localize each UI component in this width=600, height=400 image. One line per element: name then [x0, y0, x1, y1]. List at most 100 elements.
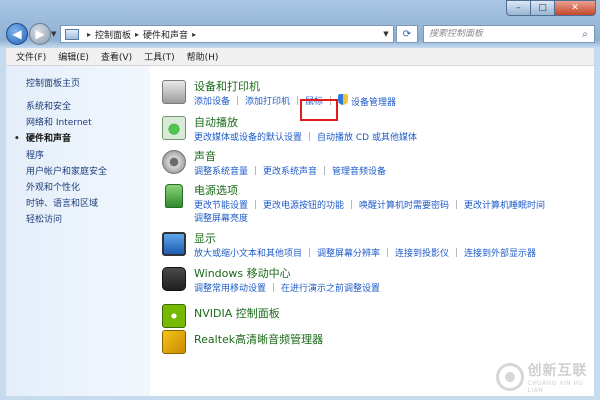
category-title[interactable]: 自动播放 [194, 114, 238, 130]
autoplay-icon[interactable] [162, 116, 186, 140]
link-divider [351, 200, 353, 209]
link-device-manager[interactable]: 设备管理器 [338, 93, 396, 108]
link-divider [309, 132, 311, 141]
breadcrumb-hardware-sound[interactable]: 硬件和声音 [143, 28, 188, 41]
link-divider [255, 200, 257, 209]
link-change-sounds[interactable]: 更改系统声音 [263, 164, 317, 177]
link-change-media-defaults[interactable]: 更改媒体或设备的默认设置 [194, 130, 302, 143]
search-box[interactable]: ⌕ [423, 25, 595, 43]
sidebar-item-network[interactable]: 网络和 Internet [26, 115, 107, 131]
category-title[interactable]: Windows 移动中心 [194, 265, 291, 281]
category-title[interactable]: 显示 [194, 230, 216, 246]
breadcrumb-separator[interactable]: ▸ [87, 30, 91, 39]
sidebar-home-link[interactable]: 控制面板主页 [26, 76, 80, 89]
minimize-button[interactable]: – [506, 0, 530, 16]
category-links: 放大或缩小文本和其他项目 调整屏幕分辨率 连接到投影仪 连接到外部显示器 [194, 246, 536, 259]
category-title[interactable]: NVIDIA 控制面板 [194, 305, 280, 321]
shield-icon [338, 93, 349, 105]
category-title[interactable]: 电源选项 [194, 182, 238, 198]
link-presentation-settings[interactable]: 在进行演示之前调整设置 [281, 281, 380, 294]
link-add-printer[interactable]: 添加打印机 [245, 94, 290, 107]
link-divider [324, 166, 326, 175]
link-autoplay-cd[interactable]: 自动播放 CD 或其他媒体 [317, 130, 417, 143]
forward-button[interactable]: ▶ [29, 23, 51, 45]
watermark-chinese: 创新互联 [527, 363, 588, 379]
menu-file[interactable]: 文件(F) [10, 50, 52, 63]
category-links: 调整系统音量 更改系统声音 管理音频设备 [194, 164, 386, 177]
link-adjust-volume[interactable]: 调整系统音量 [194, 164, 248, 177]
printer-icon[interactable] [162, 80, 186, 104]
sidebar-item-system-security[interactable]: 系统和安全 [26, 99, 107, 115]
sidebar-item-ease-of-access[interactable]: 轻松访问 [26, 212, 107, 228]
link-screen-resolution[interactable]: 调整屏幕分辨率 [317, 246, 380, 259]
menu-edit[interactable]: 编辑(E) [52, 50, 95, 63]
nvidia-icon[interactable] [162, 304, 186, 328]
sidebar-item-programs[interactable]: 程序 [26, 148, 107, 164]
speaker-icon[interactable] [162, 150, 186, 174]
maximize-button[interactable]: □ [530, 0, 554, 16]
mobility-center-icon[interactable] [162, 267, 186, 291]
close-icon: ✕ [571, 3, 579, 13]
link-power-button[interactable]: 更改电源按钮的功能 [263, 198, 344, 211]
breadcrumb-control-panel[interactable]: 控制面板 [95, 28, 131, 41]
close-button[interactable]: ✕ [554, 0, 596, 16]
search-icon[interactable]: ⌕ [576, 29, 594, 40]
link-divider [456, 200, 458, 209]
link-divider [387, 248, 389, 257]
main-content: 设备和打印机 添加设备 添加打印机 鼠标 设备管理器 自动播放 更改媒体或设备的… [150, 66, 594, 396]
category-title[interactable]: 设备和打印机 [194, 78, 260, 94]
refresh-icon: ⟳ [402, 28, 412, 40]
sidebar-list: 系统和安全 网络和 Internet • 硬件和声音 程序 用户帐户和家庭安全 外… [14, 99, 107, 229]
link-divider [273, 283, 275, 292]
link-divider [297, 96, 299, 105]
breadcrumb-separator[interactable]: ▸ [192, 30, 196, 39]
sidebar: 控制面板主页 系统和安全 网络和 Internet • 硬件和声音 程序 用户帐户… [6, 66, 150, 396]
current-item-bullet: • [14, 134, 20, 145]
chevron-down-icon[interactable]: ▼ [379, 26, 393, 42]
link-add-device[interactable]: 添加设备 [194, 94, 230, 107]
address-bar[interactable]: ▸ 控制面板 ▸ 硬件和声音 ▸ ▼ [60, 25, 394, 43]
watermark-english: CHUANG XIN HU LIAN [527, 380, 584, 394]
back-button[interactable]: ◀ [6, 23, 28, 45]
link-mobility-settings[interactable]: 调整常用移动设置 [194, 281, 266, 294]
realtek-audio-icon[interactable] [162, 330, 186, 354]
link-manage-audio-devices[interactable]: 管理音频设备 [332, 164, 386, 177]
category-links: 更改媒体或设备的默认设置 自动播放 CD 或其他媒体 [194, 130, 417, 143]
sidebar-item-hardware-sound[interactable]: • 硬件和声音 [14, 131, 107, 147]
link-connect-projector[interactable]: 连接到投影仪 [395, 246, 449, 259]
window-caption-buttons: – □ ✕ [506, 0, 596, 16]
navigation-bar: ◀ ▶ ▼ ▸ 控制面板 ▸ 硬件和声音 ▸ ▼ ⟳ ⌕ [0, 22, 600, 46]
battery-icon[interactable] [165, 184, 183, 208]
monitor-icon[interactable] [162, 232, 186, 256]
watermark-text: 创新互联 CHUANG XIN HU LIAN [528, 360, 600, 394]
menu-help[interactable]: 帮助(H) [181, 50, 225, 63]
menu-bar: 文件(F) 编辑(E) 查看(V) 工具(T) 帮助(H) [6, 48, 594, 66]
link-external-display[interactable]: 连接到外部显示器 [464, 246, 536, 259]
link-power-saving[interactable]: 更改节能设置 [194, 198, 248, 211]
mouse-link-highlight [300, 99, 338, 121]
category-title[interactable]: Realtek高清晰音频管理器 [194, 331, 323, 347]
maximize-icon: □ [538, 3, 547, 13]
category-links: 添加设备 添加打印机 鼠标 设备管理器 [194, 93, 396, 108]
link-divider [309, 248, 311, 257]
watermark: 创新互联 CHUANG XIN HU LIAN [496, 360, 600, 394]
category-title[interactable]: 声音 [194, 148, 216, 164]
recent-pages-dropdown[interactable]: ▼ [51, 30, 56, 38]
link-text-size[interactable]: 放大或缩小文本和其他项目 [194, 246, 302, 259]
link-wake-password[interactable]: 唤醒计算机时需要密码 [359, 198, 449, 211]
sidebar-item-clock-region[interactable]: 时钟、语言和区域 [26, 196, 107, 212]
link-sleep-time[interactable]: 更改计算机睡眠时间 [464, 198, 545, 211]
category-links: 更改节能设置 更改电源按钮的功能 唤醒计算机时需要密码 更改计算机睡眠时间 调整… [194, 198, 545, 224]
minimize-icon: – [516, 3, 521, 13]
sidebar-item-user-accounts[interactable]: 用户帐户和家庭安全 [26, 164, 107, 180]
menu-tools[interactable]: 工具(T) [138, 50, 181, 63]
search-input[interactable] [424, 29, 576, 39]
control-panel-icon [65, 28, 79, 40]
refresh-button[interactable]: ⟳ [396, 25, 418, 43]
breadcrumb-separator[interactable]: ▸ [135, 30, 139, 39]
sidebar-item-label: 硬件和声音 [26, 134, 72, 145]
sidebar-item-appearance[interactable]: 外观和个性化 [26, 180, 107, 196]
link-screen-brightness[interactable]: 调整屏幕亮度 [194, 211, 248, 224]
menu-view[interactable]: 查看(V) [95, 50, 138, 63]
category-links: 调整常用移动设置 在进行演示之前调整设置 [194, 281, 380, 294]
